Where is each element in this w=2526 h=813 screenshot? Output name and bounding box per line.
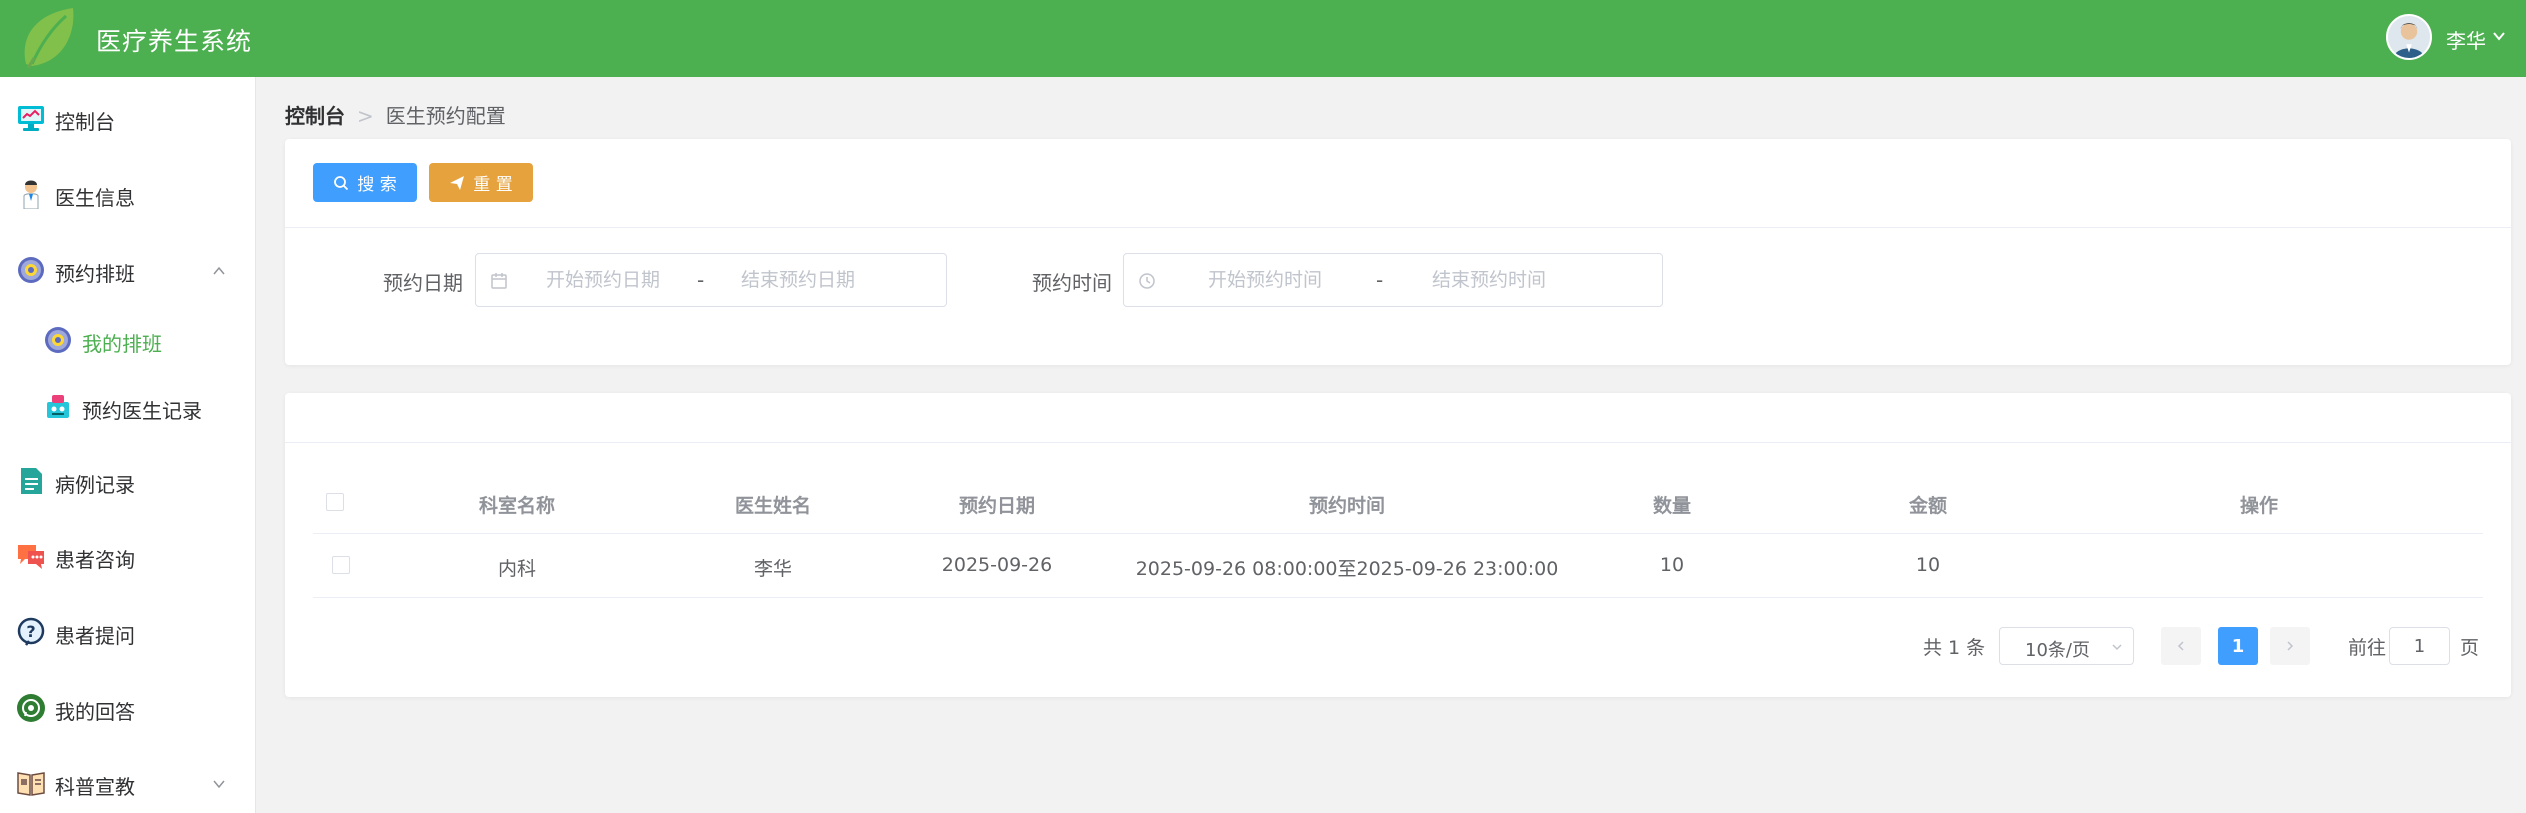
page-size-select[interactable]: 10条/页 [1999,627,2134,665]
app-title: 医疗养生系统 [96,27,253,56]
row-divider [313,533,2483,534]
leaf-logo-icon [24,8,74,69]
gear-flower-icon [18,257,44,283]
column-header-date: 预约日期 [958,495,1035,517]
gear-flower-icon [45,327,71,353]
sidebar-item-label: 患者提问 [55,624,135,648]
book-icon [17,772,45,796]
breadcrumb-home[interactable]: 控制台 [285,104,345,128]
goto-label: 前往 [2348,637,2387,659]
chevron-up-icon [213,266,225,275]
calendar-icon [491,273,507,289]
sidebar-item-label: 科普宣教 [55,775,135,799]
table-panel: 科室名称 医生姓名 预约日期 预约时间 数量 金额 操作 内科 李华 2025-… [285,393,2511,697]
sidebar-item-patient-questions[interactable]: ? 患者提问 [0,602,256,662]
sidebar-item-patient-consult[interactable]: 患者咨询 [0,526,256,586]
column-header-actions: 操作 [2239,495,2278,517]
sidebar-item-label: 患者咨询 [55,548,135,572]
chat-icon [18,545,44,569]
doctor-icon [23,180,39,209]
select-all-checkbox[interactable] [326,493,344,511]
search-panel: 搜 索 重 置 预约日期 - 预约时间 - [285,139,2511,365]
sidebar-item-dashboard[interactable]: 控制台 [0,88,256,148]
breadcrumb-current: 医生预约配置 [385,104,506,128]
chevron-right-icon [2287,641,2294,651]
column-header-doctor: 医生姓名 [734,495,811,517]
user-name[interactable]: 李华 [2446,25,2486,54]
sidebar-item-my-schedule[interactable]: 我的排班 [0,310,256,370]
cell-quantity: 10 [1659,554,1685,576]
send-icon [450,175,465,190]
clock-icon [1139,273,1155,289]
chevron-down-icon [2112,644,2122,651]
sidebar-item-label: 我的排班 [82,332,162,356]
chevron-down-icon[interactable] [2492,29,2506,43]
user-avatar[interactable] [2386,14,2432,60]
chevron-left-icon [2177,641,2184,651]
time-start-input[interactable] [1208,266,1368,294]
sidebar-item-appointment-records[interactable]: 预约医生记录 [0,377,256,437]
column-header-time: 预约时间 [1308,495,1385,517]
date-end-input[interactable] [741,266,891,294]
sidebar-item-label: 病例记录 [55,473,135,497]
sidebar-item-case-records[interactable]: 病例记录 [0,451,256,511]
monitor-icon [18,106,44,131]
sidebar-item-my-answers[interactable]: 我的回答 [0,678,256,738]
column-header-amount: 金额 [1908,495,1947,517]
cell-date: 2025-09-26 [941,554,1053,576]
next-page-button[interactable] [2270,627,2310,665]
avatar-icon [2388,16,2430,58]
search-icon [334,175,349,190]
date-start-input[interactable] [546,266,696,294]
sidebar-item-label: 控制台 [55,110,115,134]
top-header: 医疗养生系统 李华 [0,0,2526,77]
cell-department: 内科 [497,558,536,580]
reset-button-label: 重 置 [473,175,513,195]
sidebar-item-science-education[interactable]: 科普宣教 [0,753,256,813]
divider [285,227,2511,228]
page-suffix-label: 页 [2460,637,2480,659]
cell-time: 2025-09-26 08:00:00至2025-09-26 23:00:00 [1135,558,1559,580]
row-divider [313,597,2483,598]
cell-amount: 10 [1915,554,1941,576]
breadcrumb: 控制台 > 医生预约配置 [285,100,506,129]
cell-doctor: 李华 [753,558,792,580]
time-filter-label: 预约时间 [1032,271,1112,295]
range-separator: - [1376,268,1384,292]
question-icon: ? [17,617,45,646]
row-checkbox[interactable] [332,556,350,574]
search-button[interactable]: 搜 索 [313,163,417,202]
sidebar: 控制台 医生信息 预约排班 我的排班 预约医生记录 病例记录 患者咨询 ? 患者… [0,77,256,813]
sidebar-item-appointment-schedule[interactable]: 预约排班 [0,240,256,300]
sidebar-item-label: 预约医生记录 [82,399,202,423]
sidebar-item-doctor-info[interactable]: 医生信息 [0,164,256,224]
pagination-total: 共 1 条 [1923,637,1986,659]
document-icon [21,468,42,494]
sidebar-item-label: 预约排班 [55,262,135,286]
breadcrumb-separator: > [357,104,374,128]
whatsapp-icon [17,694,45,722]
column-header-quantity: 数量 [1652,495,1691,517]
date-range-picker[interactable]: - [475,253,947,307]
robot-icon [47,395,69,418]
goto-page-input[interactable] [2389,627,2450,665]
divider [285,442,2511,443]
svg-text:?: ? [26,622,35,641]
search-button-label: 搜 索 [357,175,397,195]
chevron-down-icon [213,780,225,789]
reset-button[interactable]: 重 置 [429,163,533,202]
prev-page-button[interactable] [2161,627,2201,665]
page-number-button[interactable]: 1 [2218,627,2258,665]
sidebar-item-label: 医生信息 [55,186,135,210]
page-size-value: 10条/页 [2025,640,2090,661]
range-separator: - [697,268,705,292]
time-end-input[interactable] [1432,266,1592,294]
sidebar-item-label: 我的回答 [55,700,135,724]
column-header-department: 科室名称 [478,495,555,517]
time-range-picker[interactable]: - [1123,253,1663,307]
date-filter-label: 预约日期 [383,271,463,295]
